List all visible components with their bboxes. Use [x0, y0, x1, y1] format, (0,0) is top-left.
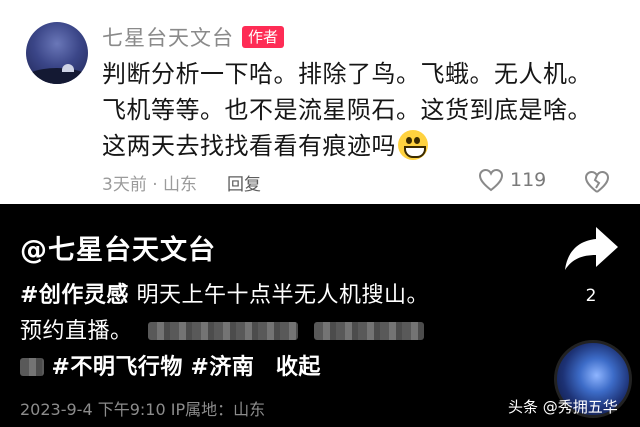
post-author-handle[interactable]: @七星台天文台 [20, 228, 216, 267]
comment-meta: 3天前 · 山东 [102, 175, 198, 195]
comment-text: 判断分析一下哈。排除了鸟。飞蛾。无人机。飞机等等。也不是流星陨石。这货到底是啥。… [102, 56, 612, 164]
hashtag-inspiration[interactable]: #创作灵感 [20, 283, 129, 308]
post-caption: #创作灵感 明天上午十点半无人机搜山。 预约直播。 #不明飞行物 #济南 收起 [20, 278, 530, 386]
blurred-text [20, 358, 44, 376]
comment-body: 判断分析一下哈。排除了鸟。飞蛾。无人机。飞机等等。也不是流星陨石。这货到底是啥。… [102, 60, 592, 160]
avatar-hill [26, 68, 88, 84]
hashtag-jinan[interactable]: #济南 [190, 355, 254, 380]
author-avatar[interactable] [26, 22, 88, 84]
blurred-text [313, 322, 424, 340]
share-count: 2 [585, 286, 597, 306]
author-name[interactable]: 七星台天文台 [102, 22, 234, 52]
share-button[interactable]: 2 [560, 224, 622, 306]
author-row: 七星台天文台 作者 [102, 22, 285, 52]
like-count: 119 [510, 169, 547, 191]
blurred-text [148, 322, 299, 340]
caption-text-1: 明天上午十点半无人机搜山。 [136, 283, 429, 308]
heart-icon [478, 168, 504, 192]
caption-line-1: #创作灵感 明天上午十点半无人机搜山。 [20, 278, 530, 314]
share-arrow-icon [565, 227, 618, 270]
video-overlay: @七星台天文台 #创作灵感 明天上午十点半无人机搜山。 预约直播。 #不明飞行物… [0, 204, 640, 427]
grin-emoji-icon [398, 130, 428, 160]
like-button[interactable]: 119 [478, 168, 546, 192]
hashtag-ufo[interactable]: #不明飞行物 [52, 355, 183, 380]
reply-button[interactable]: 回复 [227, 170, 261, 195]
caption-line-2: 预约直播。 [20, 314, 530, 350]
broken-heart-icon[interactable] [584, 170, 610, 194]
comment-meta-row: 3天前 · 山东 回复 [102, 170, 261, 195]
caption-text-2: 预约直播。 [20, 319, 133, 344]
avatar-observatory-dome [62, 64, 74, 72]
post-timestamp: 2023-9-4 下午9:10 IP属地：山东 [20, 400, 266, 419]
watermark: 头条 @秀拥五华 [508, 398, 618, 416]
comment-card: 七星台天文台 作者 判断分析一下哈。排除了鸟。飞蛾。无人机。飞机等等。也不是流星… [0, 0, 640, 204]
collapse-button[interactable]: 收起 [276, 355, 321, 380]
author-badge: 作者 [242, 26, 285, 48]
caption-line-3: #不明飞行物 #济南 收起 [20, 350, 530, 386]
